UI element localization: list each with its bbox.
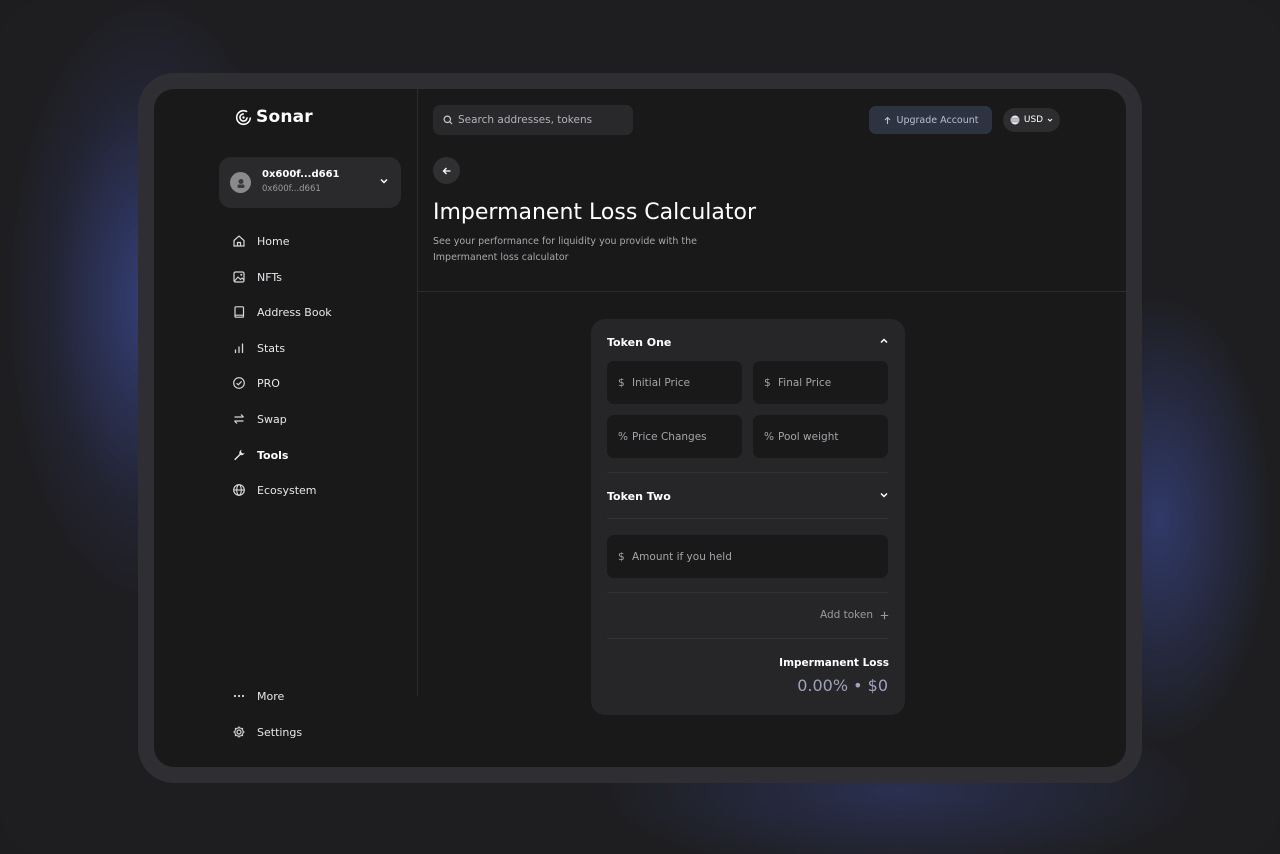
plus-icon: [880, 611, 889, 619]
flag-icon: [1010, 115, 1020, 125]
sidebar-item-swap[interactable]: Swap: [232, 409, 287, 429]
more-icon: [233, 694, 245, 698]
chevron-down-icon[interactable]: [879, 490, 889, 500]
page-description: See your performance for liquidity you p…: [433, 236, 698, 263]
sidebar-item-label: More: [257, 689, 285, 703]
image-icon: [233, 271, 245, 283]
sidebar-item-address-book[interactable]: Address Book: [232, 302, 332, 322]
sidebar-item-stats[interactable]: Stats: [232, 338, 285, 358]
arrow-up-icon: [884, 116, 890, 124]
search-bar[interactable]: [433, 105, 633, 135]
sidebar-item-settings[interactable]: Settings: [232, 722, 302, 742]
token-one-title: Token One: [607, 336, 672, 349]
price-changes-placeholder: Price Changes: [632, 430, 707, 443]
sidebar-item-label: Stats: [257, 341, 286, 355]
sidebar-item-nfts[interactable]: NFTs: [232, 267, 282, 287]
globe-icon: [233, 484, 245, 496]
avatar: [230, 172, 251, 193]
amount-held-placeholder: Amount if you held: [632, 550, 732, 563]
swap-icon: [234, 414, 244, 424]
percent-prefix: %: [764, 430, 774, 443]
upgrade-account-label: Upgrade Account: [896, 114, 979, 126]
impermanent-loss-label: Impermanent Loss: [779, 657, 889, 669]
header-divider: [418, 291, 1126, 292]
sidebar-item-tools[interactable]: Tools: [232, 445, 288, 465]
section-divider: [607, 518, 888, 519]
sidebar-item-label: NFTs: [257, 270, 282, 284]
app-logo[interactable]: Sonar: [235, 107, 313, 127]
account-switcher[interactable]: 0x600f...d661 0x600f...d661: [219, 157, 401, 208]
sidebar-item-label: PRO: [257, 376, 280, 390]
currency-prefix: $: [618, 376, 625, 389]
home-icon: [233, 235, 245, 247]
sonar-logo-icon: [235, 109, 252, 125]
currency-selector[interactable]: USD: [1003, 108, 1060, 132]
currency-label: USD: [1023, 115, 1044, 125]
check-circle-icon: [233, 377, 245, 389]
final-price-field[interactable]: $ Final Price: [753, 361, 888, 404]
caret-down-icon: [1047, 118, 1053, 122]
upgrade-account-button[interactable]: Upgrade Account: [869, 106, 992, 134]
sidebar-item-label: Tools: [257, 448, 289, 462]
sidebar-item-label: Settings: [257, 725, 303, 739]
section-divider: [607, 638, 888, 639]
token-two-title: Token Two: [607, 490, 671, 503]
price-changes-field[interactable]: % Price Changes: [607, 415, 742, 458]
book-icon: [234, 306, 245, 318]
sidebar-item-label: Home: [257, 234, 290, 248]
stats-icon: [234, 343, 244, 354]
pool-weight-field[interactable]: % Pool weight: [753, 415, 888, 458]
calculator-card: Token One $ Initial Price $ Final Price …: [591, 319, 905, 715]
pool-weight-placeholder: Pool weight: [778, 430, 839, 443]
app-name: Sonar: [256, 107, 313, 127]
initial-price-placeholder: Initial Price: [632, 376, 691, 389]
wrench-icon: [234, 449, 245, 461]
page-title: Impermanent Loss Calculator: [433, 200, 756, 225]
chevron-up-icon[interactable]: [879, 336, 889, 346]
sidebar-item-label: Ecosystem: [257, 483, 317, 497]
search-input[interactable]: [458, 114, 618, 126]
sidebar-item-more[interactable]: More: [232, 686, 284, 706]
section-divider: [607, 472, 888, 473]
sidebar-item-label: Address Book: [257, 305, 332, 319]
impermanent-loss-value: 0.00% • $0: [797, 676, 888, 695]
final-price-placeholder: Final Price: [778, 376, 832, 389]
app-window: Sonar 0x600f...d661 0x600f...d661 Home N…: [154, 89, 1126, 767]
percent-prefix: %: [618, 430, 628, 443]
account-address: 0x600f...d661: [262, 184, 321, 194]
initial-price-field[interactable]: $ Initial Price: [607, 361, 742, 404]
account-name: 0x600f...d661: [262, 169, 340, 180]
amount-held-field[interactable]: $ Amount if you held: [607, 535, 888, 578]
sidebar-divider: [417, 89, 418, 696]
add-token-button[interactable]: Add token: [820, 609, 889, 621]
currency-prefix: $: [764, 376, 771, 389]
sidebar-item-label: Swap: [257, 412, 287, 426]
add-token-label: Add token: [819, 609, 873, 621]
sidebar-item-home[interactable]: Home: [232, 231, 289, 251]
back-button[interactable]: [433, 157, 460, 184]
search-icon: [443, 115, 453, 125]
arrow-left-icon: [442, 167, 450, 174]
chevron-down-icon: [380, 178, 388, 184]
sidebar-item-ecosystem[interactable]: Ecosystem: [232, 480, 317, 500]
sidebar-item-pro[interactable]: PRO: [232, 373, 280, 393]
currency-prefix: $: [618, 550, 625, 563]
gear-icon: [233, 726, 245, 738]
section-divider: [607, 592, 888, 593]
